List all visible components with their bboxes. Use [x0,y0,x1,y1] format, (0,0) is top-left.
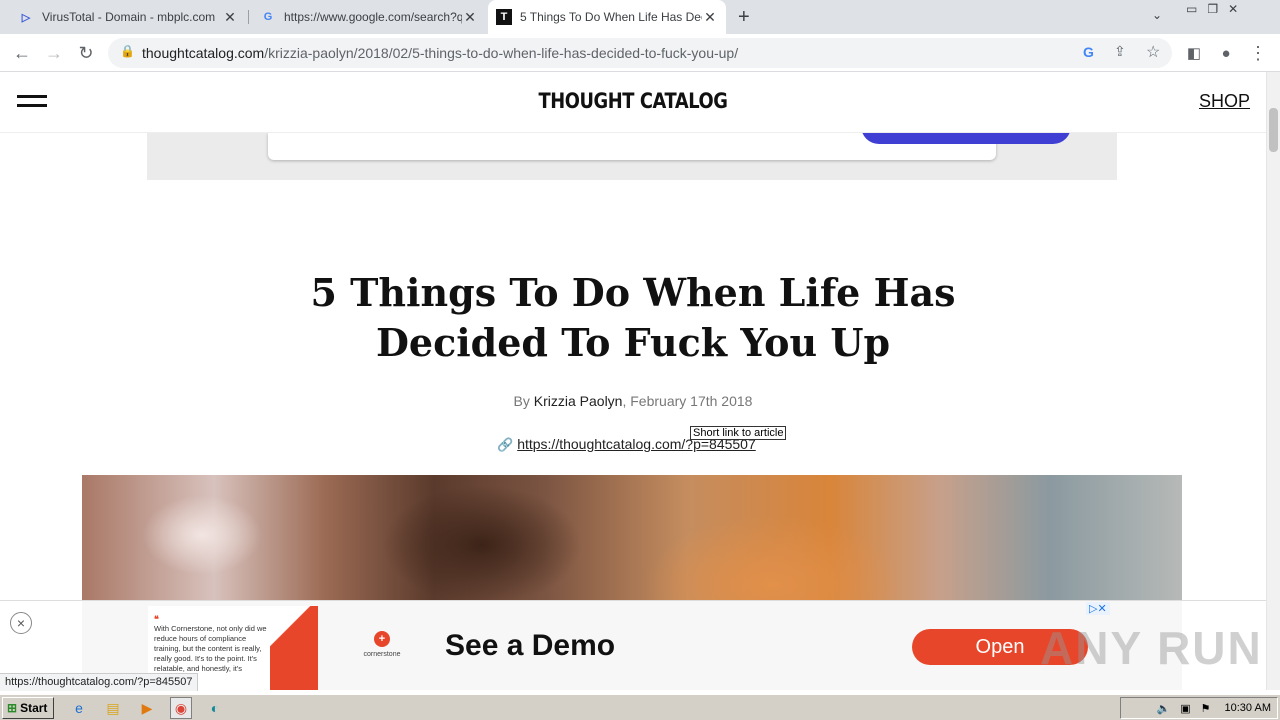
tab-google-search[interactable]: G https://www.google.com/search?q= ✕ [252,0,486,34]
site-logo[interactable]: THOUGHT CATALOG [95,89,1171,113]
volume-icon[interactable]: 🔈 [1157,702,1171,715]
lock-icon: 🔒 [120,44,135,58]
share-icon[interactable]: ⇪ [1114,43,1126,60]
tab-title: https://www.google.com/search?q= [284,10,462,24]
tab-virustotal[interactable]: ▷ VirusTotal - Domain - mbplc.com ✕ [10,0,246,34]
close-tab-icon[interactable]: ✕ [462,9,478,26]
tab-title: VirusTotal - Domain - mbplc.com [42,10,216,24]
short-link-tooltip: Short link to article [690,426,787,440]
hero-blur-shape [382,485,582,605]
hamburger-menu-icon[interactable] [17,95,47,107]
author-link[interactable]: Krizzia Paolyn [534,393,623,409]
cornerstone-logo: + cornerstone [362,631,402,671]
media-player-icon[interactable]: ▶ [138,699,156,717]
flag-icon[interactable]: ⚑ [1201,702,1211,715]
windows-taskbar: ⊞ Start e ▤ ▶ ◉ ◐ 🔈 ▣ ⚑ 10:30 AM [0,694,1280,720]
browser-toolbar: ← → ↻ 🔒 thoughtcatalog.com/krizzia-paoly… [0,34,1280,72]
scrollbar-thumb[interactable] [1269,108,1278,152]
adchoices-icon[interactable]: ▷✕ [1086,602,1110,615]
url-host: thoughtcatalog.com [142,45,265,61]
web-page: THOUGHT CATALOG SHOP 5 Things To Do When… [0,72,1266,690]
tab-search-chevron-icon[interactable]: ⌄ [1152,8,1162,22]
reload-icon[interactable]: ↻ [72,39,100,67]
ad-headline: See a Demo [445,629,616,662]
address-url: thoughtcatalog.com/krizzia-paolyn/2018/0… [142,45,738,61]
cornerstone-logo-icon: + [374,631,390,647]
back-icon[interactable]: ← [8,39,36,67]
start-button[interactable]: ⊞ Start [2,697,54,719]
article-title-line-2: Decided To Fuck You Up [375,320,891,365]
google-icon: G [263,11,273,23]
window-controls[interactable]: ▭❐✕ [1186,2,1248,16]
network-icon[interactable]: ▣ [1180,702,1190,715]
start-label: Start [20,701,48,715]
bookmark-star-icon[interactable]: ☆ [1146,42,1160,62]
article-title: 5 Things To Do When Life Has Decided To … [280,268,986,368]
page-scrollbar[interactable] [1266,72,1280,690]
forward-icon[interactable]: → [40,39,68,67]
cornerstone-brand: cornerstone [363,651,401,658]
profile-avatar-icon[interactable]: ● [1212,39,1240,67]
close-tab-icon[interactable]: ✕ [702,9,718,26]
tab-thought-catalog[interactable]: T 5 Things To Do When Life Has Decide ✕ [488,0,726,34]
byline-by: By [513,393,530,409]
link-icon: 🔗 [497,437,514,452]
top-ad-card[interactable] [268,108,1071,160]
clock: 10:30 AM [1224,702,1271,714]
tab-title: 5 Things To Do When Life Has Decide [520,10,702,24]
shop-link[interactable]: SHOP [1199,91,1250,112]
edge-icon[interactable]: ◐ [206,699,224,717]
thought-catalog-icon: T [496,9,512,25]
side-panel-icon[interactable]: ◧ [1180,39,1208,67]
internet-explorer-icon[interactable]: e [70,699,88,717]
url-path: /krizzia-paolyn/2018/02/5-things-to-do-w… [264,45,739,61]
status-bar-url: https://thoughtcatalog.com/?p=845507 [0,673,199,691]
google-lens-icon[interactable]: G [1083,44,1094,60]
menu-kebab-icon[interactable]: ⋮ [1244,39,1272,67]
article-date: , February 17th 2018 [622,393,753,409]
close-tab-icon[interactable]: ✕ [222,9,238,26]
ad-close-button[interactable]: × [10,612,32,634]
address-bar[interactable]: 🔒 thoughtcatalog.com/krizzia-paolyn/2018… [108,38,1172,68]
article-title-line-1: 5 Things To Do When Life Has [310,270,956,315]
windows-logo-icon: ⊞ [7,701,18,715]
system-tray: 🔈 ▣ ⚑ 10:30 AM [1120,697,1278,719]
top-ad-band [147,108,1117,180]
tab-strip: ▷ VirusTotal - Domain - mbplc.com ✕ G ht… [0,0,1280,34]
tab-separator [248,10,249,24]
virustotal-icon: ▷ [21,11,31,24]
anyrun-watermark: ANY RUN [1040,622,1263,674]
chrome-taskbar-icon[interactable]: ◉ [170,697,192,719]
new-tab-button[interactable]: + [738,6,750,29]
ad-testimonial-graphic [270,606,318,690]
file-explorer-icon[interactable]: ▤ [104,699,122,717]
article-byline: By Krizzia Paolyn, February 17th 2018 [0,393,1266,409]
bottom-ad[interactable]: ❝ With Cornerstone, not only did we redu… [82,601,1182,690]
site-header: THOUGHT CATALOG SHOP [0,72,1266,133]
hero-blur-shape [142,495,262,575]
